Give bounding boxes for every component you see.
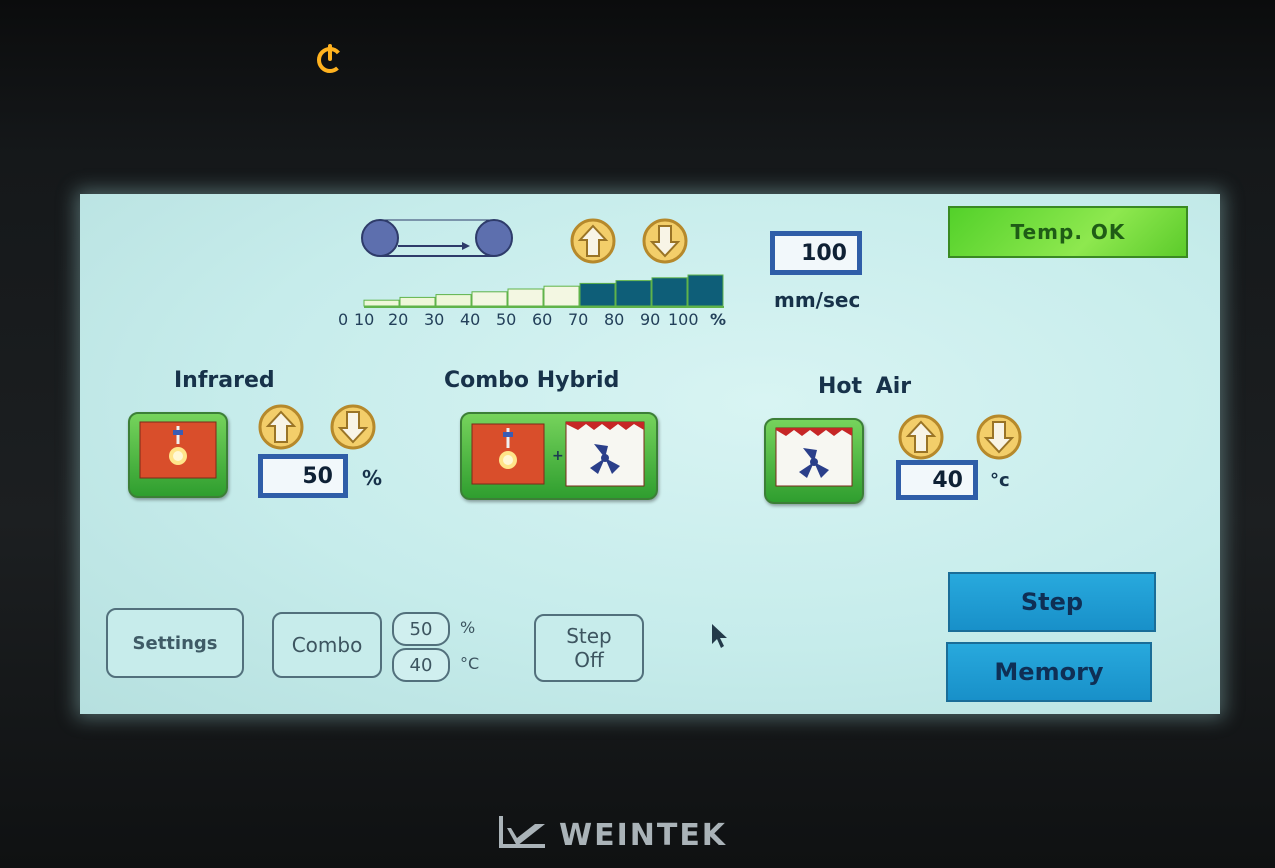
hot-air-mode-button[interactable] — [764, 418, 864, 504]
scale-label: 100 — [668, 310, 699, 329]
conveyor-icon — [361, 219, 513, 257]
hot-air-unit: °c — [990, 470, 1010, 491]
combo-percent-value: 50 — [409, 618, 433, 640]
scale-label: 10 — [354, 310, 375, 329]
combo-hybrid-mode-button[interactable]: + — [460, 412, 658, 500]
hot-air-title: Hot Air — [818, 374, 912, 399]
combo-temp-unit: °C — [460, 654, 480, 673]
speed-bar-segment — [435, 294, 472, 307]
step-off-line2: Off — [574, 648, 604, 672]
combo-hybrid-title: Combo Hybrid — [444, 368, 620, 393]
speed-bar-segment — [687, 274, 724, 307]
memory-button[interactable]: Memory — [946, 642, 1152, 702]
infrared-value-display[interactable]: 50 — [258, 454, 348, 498]
combo-hybrid-icon: + — [471, 421, 645, 487]
speed-bar-segment — [615, 280, 652, 307]
speed-bar-segment — [579, 282, 616, 307]
speed-unit-label: mm/sec — [774, 288, 861, 312]
cursor-icon — [712, 624, 727, 648]
infrared-value: 50 — [302, 463, 333, 489]
hot-air-value-display[interactable]: 40 — [896, 460, 978, 500]
hot-air-down-arrow-icon[interactable] — [976, 414, 1022, 460]
temp-status-indicator: Temp. OK — [948, 206, 1188, 258]
scale-label: 0 — [338, 310, 349, 329]
step-label: Step — [1020, 588, 1084, 616]
infrared-down-arrow-icon[interactable] — [330, 404, 376, 450]
speed-bar-segment — [543, 285, 580, 307]
combo-temp-pill: 40 — [392, 648, 450, 682]
infrared-up-arrow-icon[interactable] — [258, 404, 304, 450]
speed-bar-segment — [471, 291, 508, 307]
scale-label: 80 — [604, 310, 625, 329]
combo-percent-pill: 50 — [392, 612, 450, 646]
speed-bar-segment — [507, 288, 544, 307]
speed-value-display[interactable]: 100 — [770, 231, 862, 275]
step-off-line1: Step — [566, 624, 612, 648]
hmi-screen: 100 mm/sec 0 10 20 30 40 50 60 70 80 90 … — [80, 194, 1220, 714]
step-off-button[interactable]: Step Off — [534, 614, 644, 682]
scale-label: 90 — [640, 310, 661, 329]
speed-up-arrow-icon[interactable] — [570, 218, 616, 264]
settings-label: Settings — [132, 632, 218, 654]
speed-scale: 0 10 20 30 40 50 60 70 80 90 100 % — [338, 310, 798, 334]
hot-air-value: 40 — [932, 467, 963, 493]
infrared-mode-button[interactable] — [128, 412, 228, 498]
speed-bar-segment — [363, 299, 400, 307]
hot-air-up-arrow-icon[interactable] — [898, 414, 944, 460]
scale-label: 70 — [568, 310, 589, 329]
memory-label: Memory — [994, 658, 1104, 686]
combo-percent-unit: % — [460, 618, 476, 637]
settings-button[interactable]: Settings — [106, 608, 244, 678]
scale-label: 50 — [496, 310, 517, 329]
scale-label: 30 — [424, 310, 445, 329]
infrared-title: Infrared — [174, 368, 275, 393]
brand-name: WEINTEK — [559, 818, 728, 853]
combo-button[interactable]: Combo — [272, 612, 382, 678]
device-brand: WEINTEK — [495, 808, 795, 858]
infrared-unit: % — [362, 466, 383, 490]
scale-unit: % — [710, 310, 727, 329]
brand-logo-icon — [499, 816, 545, 848]
speed-down-arrow-icon[interactable] — [642, 218, 688, 264]
infrared-heater-icon — [139, 421, 217, 479]
combo-temp-value: 40 — [409, 654, 433, 676]
scale-label: 60 — [532, 310, 553, 329]
speed-bar-graph — [363, 274, 724, 308]
scale-label: 40 — [460, 310, 481, 329]
svg-text:+: + — [552, 448, 564, 464]
scale-label: 20 — [388, 310, 409, 329]
combo-label: Combo — [291, 633, 363, 657]
speed-bar-segment — [399, 296, 436, 307]
hot-air-fan-icon — [775, 427, 853, 487]
speed-bar-segment — [651, 277, 688, 307]
speed-value: 100 — [801, 240, 847, 266]
step-button[interactable]: Step — [948, 572, 1156, 632]
power-icon[interactable] — [312, 40, 348, 76]
